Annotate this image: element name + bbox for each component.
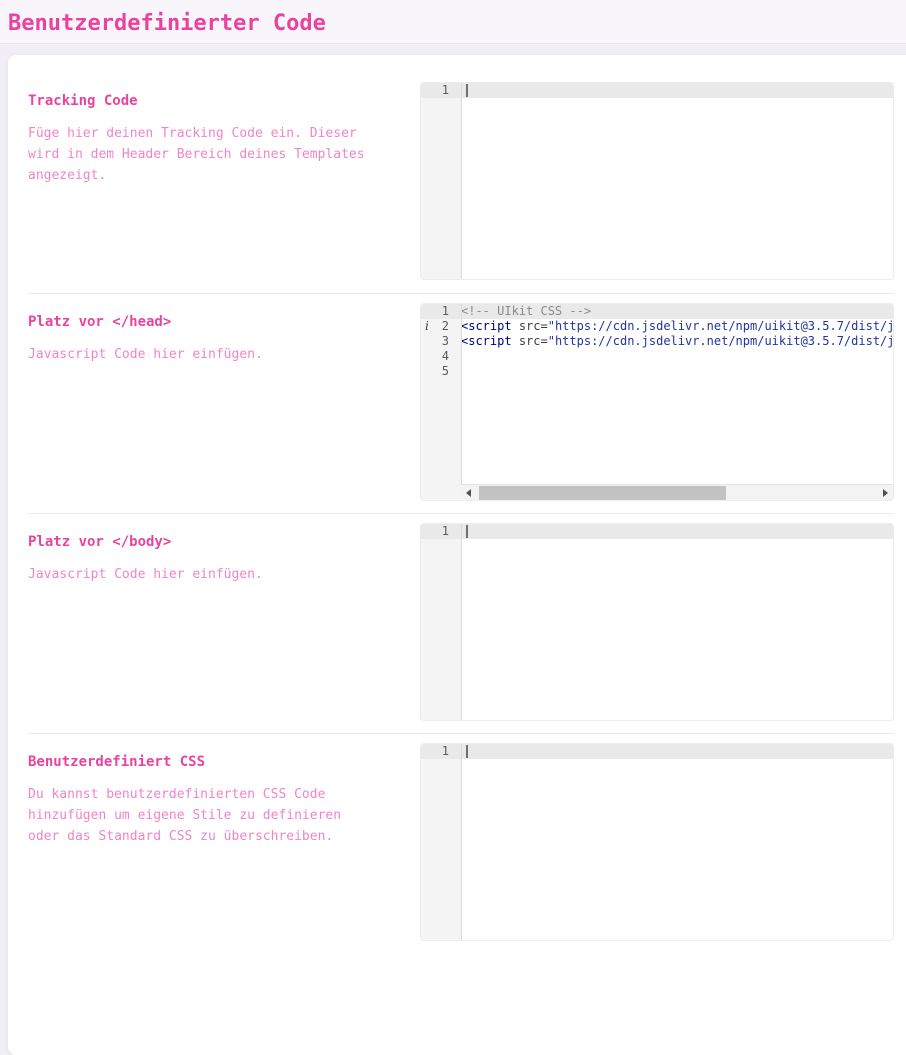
section-text-column: Benutzerdefiniert CSS Du kannst benutzerd…: [28, 743, 380, 847]
section-description: Javascript Code hier einfügen.: [28, 564, 380, 585]
line-number: 4: [421, 349, 461, 364]
scroll-left-button[interactable]: [461, 485, 477, 501]
section-heading: Platz vor </head>: [28, 314, 380, 331]
line-numbers: 1: [421, 83, 461, 98]
token-attr: src=: [519, 319, 548, 333]
code-line: <script src="https://cdn.jsdelivr.net/np…: [462, 334, 893, 349]
code-area[interactable]: [462, 524, 893, 720]
code-editor[interactable]: 1: [420, 82, 894, 280]
text-cursor: [466, 84, 468, 97]
section-row-benutzerdefiniert-css: Benutzerdefiniert CSS Du kannst benutzerd…: [28, 733, 894, 953]
section-description: Füge hier deinen Tracking Code ein. Dies…: [28, 123, 380, 186]
scroll-left-arrow-icon: [466, 489, 471, 497]
editor-gutter: [421, 98, 461, 279]
token-attr: src=: [519, 334, 548, 348]
line-number: 1: [421, 524, 461, 539]
code-area[interactable]: <!-- UIkit CSS --><script src="https://c…: [462, 304, 893, 484]
code-editor[interactable]: 1: [420, 523, 894, 721]
section-heading: Benutzerdefiniert CSS: [28, 754, 380, 771]
code-line: <script src="https://cdn.jsdelivr.net/np…: [462, 319, 893, 334]
code-area[interactable]: [462, 744, 893, 940]
line-number: 1: [421, 83, 461, 98]
editor-gutter: [421, 759, 461, 940]
line-number: 1: [421, 744, 461, 759]
section-text-column: Tracking Code Füge hier deinen Tracking C…: [28, 82, 380, 186]
text-cursor: [466, 525, 468, 538]
scrollbar-corner: [421, 484, 461, 500]
code-area[interactable]: [462, 83, 893, 279]
line-numbers: 1: [421, 744, 461, 759]
section-text-column: Platz vor </head> Javascript Code hier ei…: [28, 303, 380, 365]
section-row-platz-vor-head: Platz vor </head> Javascript Code hier ei…: [28, 293, 894, 513]
code-editor[interactable]: 1: [420, 743, 894, 941]
token-plain: [512, 319, 519, 333]
code-lines: <!-- UIkit CSS --><script src="https://c…: [462, 304, 893, 349]
token-tag: <script: [462, 319, 512, 333]
section-description: Javascript Code hier einfügen.: [28, 344, 380, 365]
section-heading: Tracking Code: [28, 93, 380, 110]
scrollbar-thumb[interactable]: [479, 486, 726, 500]
text-cursor: [466, 745, 468, 758]
token-string: "https://cdn.jsdelivr.net/npm/uikit@3.5.…: [548, 334, 893, 348]
editor-gutter: [421, 539, 461, 720]
section-heading: Platz vor </body>: [28, 534, 380, 551]
section-row-platz-vor-body: Platz vor </body> Javascript Code hier ei…: [28, 513, 894, 733]
token-plain: [512, 334, 519, 348]
line-number: 1: [421, 304, 461, 319]
code-line: <!-- UIkit CSS -->: [462, 304, 893, 319]
code-editor[interactable]: 12345i<!-- UIkit CSS --><script src="htt…: [420, 303, 894, 501]
page-header: Benutzerdefinierter Code: [0, 0, 906, 44]
line-number: 3: [421, 334, 461, 349]
token-comment: <!-- UIkit CSS -->: [462, 304, 591, 318]
page-title: Benutzerdefinierter Code: [8, 11, 326, 36]
token-string: "https://cdn.jsdelivr.net/npm/uikit@3.5.…: [548, 319, 893, 333]
token-tag: <script: [462, 334, 512, 348]
sections: Tracking Code Füge hier deinen Tracking C…: [8, 82, 906, 953]
line-numbers: 1: [421, 524, 461, 539]
horizontal-scrollbar[interactable]: [461, 484, 893, 500]
line-numbers: 12345: [421, 304, 461, 379]
section-row-tracking-code: Tracking Code Füge hier deinen Tracking C…: [28, 82, 894, 293]
scroll-right-button[interactable]: [877, 485, 893, 501]
section-description: Du kannst benutzerdefinierten CSS Code h…: [28, 784, 380, 847]
scroll-right-arrow-icon: [883, 489, 888, 497]
line-number: 5: [421, 364, 461, 379]
section-text-column: Platz vor </body> Javascript Code hier ei…: [28, 523, 380, 585]
lint-info-icon: i: [425, 319, 435, 334]
custom-code-card: Tracking Code Füge hier deinen Tracking C…: [8, 55, 906, 1055]
